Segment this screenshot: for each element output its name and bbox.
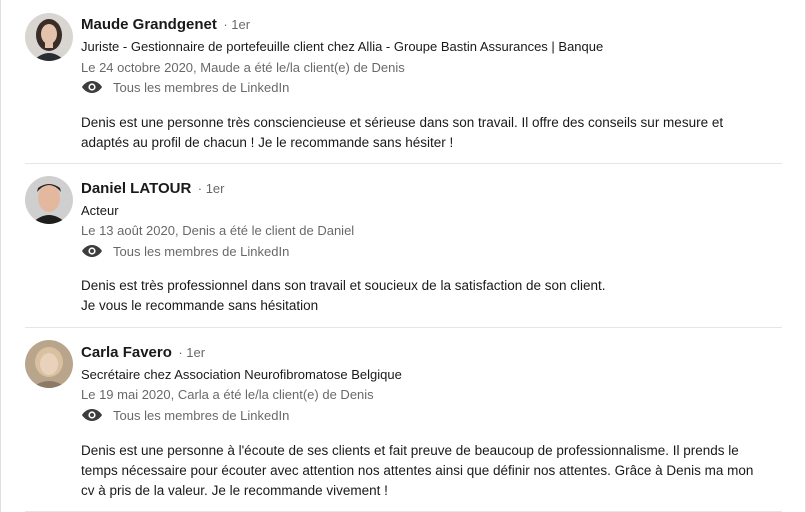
recommendation-item: Carla Favero · 1er Secrétaire chez Assoc… bbox=[25, 328, 782, 512]
relationship-text: Le 19 mai 2020, Carla a été le/la client… bbox=[81, 387, 374, 402]
recommender-name[interactable]: Maude Grandgenet bbox=[81, 16, 217, 33]
avatar[interactable] bbox=[25, 13, 73, 61]
visibility-label: Tous les membres de LinkedIn bbox=[113, 243, 290, 259]
eye-icon bbox=[81, 407, 103, 423]
connection-degree: · 1er bbox=[223, 17, 251, 32]
recommendation-item: Maude Grandgenet · 1er Juriste - Gestion… bbox=[25, 0, 782, 164]
recommendation-text-line: adaptés au profil de chacun ! Je le reco… bbox=[81, 135, 454, 150]
visibility-label: Tous les membres de LinkedIn bbox=[113, 407, 290, 423]
recommendation-text: Denis est très professionnel dans son tr… bbox=[81, 276, 771, 316]
visibility-label: Tous les membres de LinkedIn bbox=[113, 79, 290, 95]
recommendation-text-line: Denis est très professionnel dans son tr… bbox=[81, 278, 606, 293]
visibility-setting: Tous les membres de LinkedIn bbox=[81, 79, 289, 95]
recommender-header: Maude Grandgenet · 1er bbox=[81, 16, 250, 34]
visibility-setting: Tous les membres de LinkedIn bbox=[81, 243, 289, 259]
visibility-setting: Tous les membres de LinkedIn bbox=[81, 407, 289, 423]
relationship-text: Le 13 août 2020, Denis a été le client d… bbox=[81, 223, 355, 238]
recommendation-text-line: cv à pris de la valeur. Je le recommande… bbox=[81, 483, 388, 498]
recommender-header: Carla Favero · 1er bbox=[81, 344, 205, 362]
relationship-text: Le 24 octobre 2020, Maude a été le/la cl… bbox=[81, 60, 405, 75]
recommendation-text-line: Je vous le recommande sans hésitation bbox=[81, 298, 319, 313]
recommendation-text-line: Denis est une personne très consciencieu… bbox=[81, 115, 724, 130]
avatar[interactable] bbox=[25, 176, 73, 224]
recommender-headline: Juriste - Gestionnaire de portefeuille c… bbox=[81, 39, 604, 54]
recommendation-text: Denis est une personne très consciencieu… bbox=[81, 113, 771, 153]
recommendation-item: Daniel LATOUR · 1er Acteur Le 13 août 20… bbox=[25, 164, 782, 328]
recommender-headline: Secrétaire chez Association Neurofibroma… bbox=[81, 367, 402, 382]
recommendations-panel: Maude Grandgenet · 1er Juriste - Gestion… bbox=[0, 0, 806, 512]
recommender-name[interactable]: Daniel LATOUR bbox=[81, 180, 191, 197]
recommendation-text-line: Denis est une personne à l'écoute de ses… bbox=[81, 443, 739, 458]
recommender-headline: Acteur bbox=[81, 203, 119, 218]
recommendation-text: Denis est une personne à l'écoute de ses… bbox=[81, 441, 771, 501]
recommendation-text-line: temps nécessaire pour écouter avec atten… bbox=[81, 463, 754, 478]
eye-icon bbox=[81, 79, 103, 95]
eye-icon bbox=[81, 243, 103, 259]
connection-degree: · 1er bbox=[178, 345, 206, 360]
avatar[interactable] bbox=[25, 340, 73, 388]
recommender-name[interactable]: Carla Favero bbox=[81, 344, 172, 361]
connection-degree: · 1er bbox=[197, 181, 225, 196]
recommender-header: Daniel LATOUR · 1er bbox=[81, 180, 224, 198]
